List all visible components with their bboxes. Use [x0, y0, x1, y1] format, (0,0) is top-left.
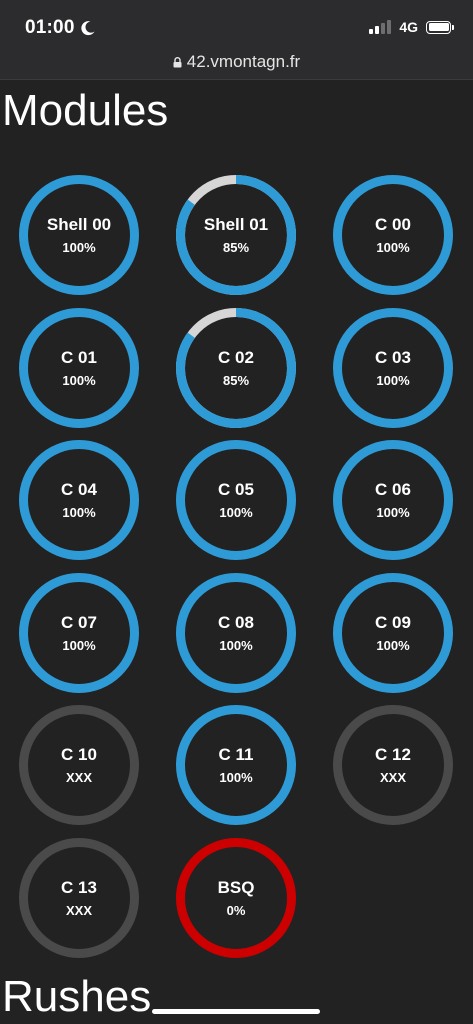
module-card[interactable]: C 12 XXX	[331, 703, 455, 827]
module-percent: 100%	[62, 372, 96, 388]
progress-ring	[176, 705, 296, 825]
module-name: C 11	[218, 745, 254, 764]
signal-bars-icon	[369, 20, 392, 34]
module-name: C 13	[61, 877, 97, 897]
module-card[interactable]: C 01 100%	[17, 306, 141, 430]
module-percent: 100%	[219, 637, 253, 653]
modules-grid: Shell 00 100% Shell 01 85% C 00 100% C 01 100% C…	[17, 173, 457, 960]
module-card[interactable]: BSQ 0%	[174, 836, 298, 960]
module-percent: 100%	[376, 240, 410, 255]
progress-ring-track	[333, 440, 453, 560]
module-name: BSQ	[217, 877, 255, 897]
progress-ring	[176, 572, 296, 693]
module-percent: 85%	[222, 240, 250, 255]
module-percent: XXX	[65, 770, 92, 785]
home-indicator[interactable]	[152, 1009, 320, 1014]
module-name: C 08	[218, 612, 254, 632]
module-card[interactable]: Shell 01 85%	[174, 173, 298, 297]
module-percent: 100%	[62, 240, 96, 255]
progress-ring	[176, 440, 296, 560]
network-type: 4G	[399, 19, 418, 35]
progress-ring	[176, 307, 296, 428]
progress-ring-track	[19, 705, 139, 825]
progress-ring	[19, 175, 139, 295]
progress-ring	[333, 440, 453, 560]
module-percent: 100%	[62, 637, 96, 653]
progress-ring-track	[19, 837, 139, 958]
module-percent: 100%	[62, 505, 96, 520]
progress-ring-track	[333, 705, 453, 825]
progress-ring-track	[176, 440, 296, 560]
module-card[interactable]: Shell 00 100%	[17, 173, 141, 297]
module-percent: 100%	[219, 505, 253, 520]
time-label: 01:00	[25, 17, 75, 38]
progress-ring-track	[176, 837, 296, 958]
lock-icon	[173, 56, 182, 67]
status-bar: 01:00 4G 42.vmontagn.fr	[0, 0, 473, 80]
module-name: C 00	[375, 215, 411, 234]
module-percent: 85%	[222, 372, 250, 388]
module-card[interactable]: C 13 XXX	[17, 836, 141, 960]
progress-ring	[176, 175, 296, 295]
progress-ring	[19, 837, 139, 958]
progress-ring	[333, 572, 453, 693]
progress-ring-track	[19, 440, 139, 560]
progress-ring	[333, 175, 453, 295]
module-name: C 09	[375, 612, 411, 632]
battery-icon	[426, 20, 454, 34]
module-percent: 0%	[226, 902, 246, 918]
module-percent: 100%	[376, 505, 410, 520]
progress-ring-track	[333, 572, 453, 693]
module-card[interactable]: C 06 100%	[331, 438, 455, 562]
module-name: Shell 00	[46, 215, 112, 234]
progress-ring	[19, 307, 139, 428]
moon-icon	[80, 21, 95, 36]
module-name: C 07	[61, 612, 97, 632]
module-name: C 06	[375, 480, 411, 499]
modules-title: Modules	[2, 86, 169, 135]
progress-ring-track	[19, 175, 139, 295]
module-name: C 02	[218, 347, 254, 367]
progress-ring-track	[333, 175, 453, 295]
url-text[interactable]: 42.vmontagn.fr	[187, 52, 300, 72]
module-card[interactable]: C 02 85%	[174, 306, 298, 430]
progress-ring-track	[333, 307, 453, 428]
progress-ring	[333, 705, 453, 825]
status-time: 01:00	[25, 17, 96, 39]
module-name: C 01	[61, 347, 97, 367]
module-card[interactable]: C 09 100%	[331, 571, 455, 695]
module-card[interactable]: C 00 100%	[331, 173, 455, 297]
progress-ring	[333, 307, 453, 428]
progress-ring	[176, 837, 296, 958]
progress-ring	[19, 440, 139, 560]
module-card[interactable]: C 07 100%	[17, 571, 141, 695]
module-name: C 03	[375, 347, 411, 367]
system-icons: 4G	[369, 19, 454, 35]
progress-ring-track	[19, 572, 139, 693]
module-card[interactable]: C 08 100%	[174, 571, 298, 695]
module-name: C 12	[375, 745, 411, 764]
address-bar[interactable]: 42.vmontagn.fr	[0, 52, 473, 72]
rushes-title: Rushes	[2, 972, 152, 1021]
module-card[interactable]: C 10 XXX	[17, 703, 141, 827]
module-name: C 04	[61, 480, 97, 499]
progress-ring-track	[176, 705, 296, 825]
module-percent: 100%	[376, 372, 410, 388]
module-name: Shell 01	[203, 215, 269, 234]
module-card[interactable]: C 03 100%	[331, 306, 455, 430]
module-card[interactable]: C 11 100%	[174, 703, 298, 827]
module-percent: XXX	[65, 902, 92, 918]
module-percent: 100%	[219, 770, 253, 785]
module-card[interactable]: C 05 100%	[174, 438, 298, 562]
progress-ring	[19, 705, 139, 825]
module-name: C 05	[218, 480, 254, 499]
progress-ring-track	[176, 572, 296, 693]
module-percent: XXX	[379, 770, 406, 785]
module-percent: 100%	[376, 637, 410, 653]
module-name: C 10	[61, 745, 97, 764]
progress-ring-track	[19, 307, 139, 428]
module-card[interactable]: C 04 100%	[17, 438, 141, 562]
progress-ring	[19, 572, 139, 693]
